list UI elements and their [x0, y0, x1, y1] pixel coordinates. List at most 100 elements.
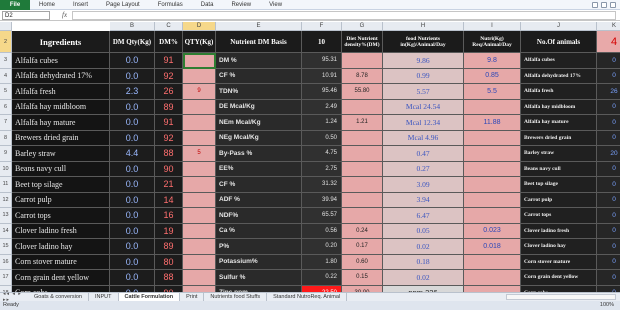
column-header[interactable]: J	[521, 22, 597, 31]
animal-ingredient-cell[interactable]: Corn grain dent yellow	[521, 270, 597, 286]
qty-input-cell[interactable]	[183, 161, 216, 177]
nutrient-label-cell[interactable]: Ca %	[216, 223, 302, 239]
dm-pct-cell[interactable]: 14	[155, 192, 183, 208]
qty-input-cell[interactable]	[183, 99, 216, 115]
row-header[interactable]: 12	[0, 192, 12, 208]
animal-count-cell[interactable]: 0	[597, 130, 620, 146]
function-icon[interactable]: fx	[62, 11, 67, 19]
animal-ingredient-cell[interactable]: Brewers dried grain	[521, 130, 597, 146]
nutrient-req-cell[interactable]: 5.5	[464, 84, 521, 100]
nutrient-value-cell[interactable]: 1.80	[302, 254, 342, 270]
nutrient-label-cell[interactable]: Sulfur %	[216, 270, 302, 286]
dm-pct-cell[interactable]: 19	[155, 223, 183, 239]
column-header[interactable]: C	[155, 22, 183, 31]
food-nutrient-cell[interactable]: 0.02	[383, 239, 464, 255]
row-header[interactable]: 14	[0, 223, 12, 239]
nutrient-value-cell[interactable]: 2.49	[302, 99, 342, 115]
nutrient-label-cell[interactable]: CF %	[216, 68, 302, 84]
dm-pct-cell[interactable]: 91	[155, 115, 183, 131]
dm-pct-cell[interactable]: 16	[155, 208, 183, 224]
qty-input-cell[interactable]: 5	[183, 146, 216, 162]
column-header[interactable]: K	[597, 22, 620, 31]
diet-density-cell[interactable]: 0.24	[342, 223, 383, 239]
nutrient-req-cell[interactable]: 0.018	[464, 239, 521, 255]
column-header[interactable]: E	[216, 22, 302, 31]
qty-input-cell[interactable]	[183, 270, 216, 286]
diet-density-cell[interactable]: 55.80	[342, 84, 383, 100]
nutrient-value-cell[interactable]: 95.46	[302, 84, 342, 100]
nutrient-value-cell[interactable]: 95.31	[302, 53, 342, 69]
dm-qty-cell[interactable]: 0.0	[110, 53, 155, 69]
nutrient-label-cell[interactable]: EE%	[216, 161, 302, 177]
ingredient-cell[interactable]: Alfalfa dehydrated 17%	[12, 68, 110, 84]
row-header[interactable]: 6	[0, 99, 12, 115]
nutrient-req-cell[interactable]	[464, 130, 521, 146]
nutrient-label-cell[interactable]: P%	[216, 239, 302, 255]
dm-pct-cell[interactable]: 21	[155, 177, 183, 193]
dm-qty-cell[interactable]: 0.0	[110, 115, 155, 131]
animal-ingredient-cell[interactable]: Carrot tops	[521, 208, 597, 224]
animal-ingredient-cell[interactable]: Carrot pulp	[521, 192, 597, 208]
dm-pct-cell[interactable]: 88	[155, 270, 183, 286]
food-nutrient-cell[interactable]: 0.27	[383, 161, 464, 177]
diet-density-cell[interactable]	[342, 53, 383, 69]
qty-input-cell[interactable]	[183, 53, 216, 69]
nutrient-value-cell[interactable]: 31.32	[302, 177, 342, 193]
animal-count-cell[interactable]: 0	[597, 177, 620, 193]
diet-density-cell[interactable]	[342, 99, 383, 115]
nutrient-value-cell[interactable]: 0.56	[302, 223, 342, 239]
diet-density-cell[interactable]: 0.60	[342, 254, 383, 270]
ingredient-cell[interactable]: Carrot tops	[12, 208, 110, 224]
nutrient-req-cell[interactable]	[464, 192, 521, 208]
dm-pct-cell[interactable]: 89	[155, 99, 183, 115]
tab-formulas[interactable]: Formulas	[149, 0, 192, 10]
animal-ingredient-cell[interactable]: Alfalfa dehydrated 17%	[521, 68, 597, 84]
dm-qty-cell[interactable]: 2.3	[110, 84, 155, 100]
diet-density-cell[interactable]: 1.21	[342, 115, 383, 131]
dm-pct-cell[interactable]: 92	[155, 130, 183, 146]
dm-qty-cell[interactable]: 0.0	[110, 254, 155, 270]
column-header[interactable]: I	[464, 22, 521, 31]
dm-qty-cell[interactable]: 0.0	[110, 177, 155, 193]
name-box[interactable]: D2	[2, 10, 50, 20]
nutrient-label-cell[interactable]: NDF%	[216, 208, 302, 224]
diet-density-cell[interactable]	[342, 130, 383, 146]
tab-data[interactable]: Data	[192, 0, 223, 10]
diet-density-cell[interactable]	[342, 161, 383, 177]
food-nutrient-cell[interactable]: 3.94	[383, 192, 464, 208]
animal-ingredient-cell[interactable]: Alfalfa hay midbloom	[521, 99, 597, 115]
row-header[interactable]: 4	[0, 68, 12, 84]
nutrient-req-cell[interactable]: 9.8	[464, 53, 521, 69]
ingredient-cell[interactable]: Brewers dried grain	[12, 130, 110, 146]
column-header[interactable]: H	[383, 22, 464, 31]
ingredient-cell[interactable]: Carrot pulp	[12, 192, 110, 208]
formula-input[interactable]	[72, 10, 616, 20]
diet-density-cell[interactable]	[342, 208, 383, 224]
dm-pct-cell[interactable]: 26	[155, 84, 183, 100]
nutrient-value-cell[interactable]: 10.91	[302, 68, 342, 84]
animal-ingredient-cell[interactable]: Alfalfa hay mature	[521, 115, 597, 131]
row-header[interactable]: 2	[0, 31, 12, 53]
nutrient-value-cell[interactable]: 0.20	[302, 239, 342, 255]
dm-qty-cell[interactable]: 0.0	[110, 208, 155, 224]
nutrient-label-cell[interactable]: ADF %	[216, 192, 302, 208]
column-header[interactable]: D	[183, 22, 216, 31]
animal-ingredient-cell[interactable]: Clover ladino fresh	[521, 223, 597, 239]
ingredient-cell[interactable]: Clover ladino fresh	[12, 223, 110, 239]
nutrient-req-cell[interactable]	[464, 270, 521, 286]
nutrient-req-cell[interactable]: 11.88	[464, 115, 521, 131]
tab-insert[interactable]: Insert	[64, 0, 97, 10]
animal-count-cell[interactable]: 0	[597, 239, 620, 255]
row-header[interactable]: 15	[0, 239, 12, 255]
nutrient-label-cell[interactable]: Potassium%	[216, 254, 302, 270]
tab-review[interactable]: Review	[222, 0, 260, 10]
animal-count-cell[interactable]: 0	[597, 115, 620, 131]
animal-ingredient-cell[interactable]: Barley straw	[521, 146, 597, 162]
animal-ingredient-cell[interactable]: Corn stover mature	[521, 254, 597, 270]
nutrient-value-cell[interactable]: 0.50	[302, 130, 342, 146]
qty-input-cell[interactable]	[183, 223, 216, 239]
dm-qty-cell[interactable]: 0.0	[110, 161, 155, 177]
row-header[interactable]: 16	[0, 254, 12, 270]
nutrient-value-cell[interactable]: 65.57	[302, 208, 342, 224]
dm-qty-cell[interactable]: 0.0	[110, 239, 155, 255]
